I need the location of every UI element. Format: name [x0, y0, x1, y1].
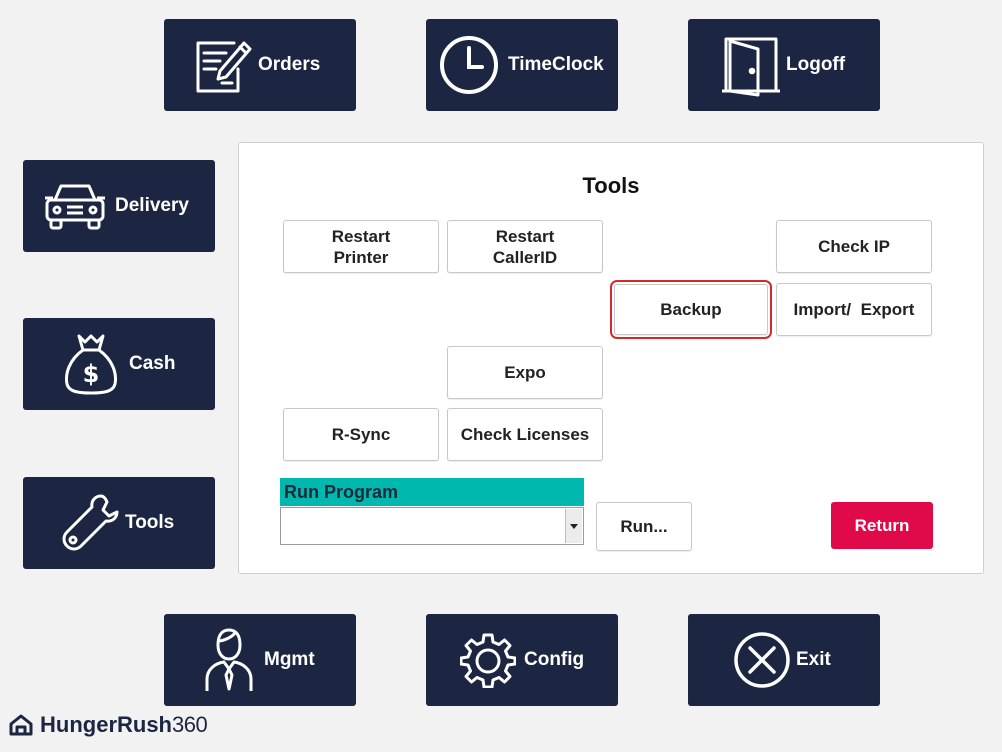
restart-printer-label: Restart Printer	[331, 226, 391, 267]
delivery-button[interactable]: Delivery	[23, 160, 215, 252]
import-export-button[interactable]: Import/ Export	[776, 283, 932, 336]
timeclock-label: TimeClock	[508, 54, 604, 75]
restart-callerid-button[interactable]: Restart CallerID	[447, 220, 603, 273]
logoff-button[interactable]: Logoff	[688, 19, 880, 111]
return-button[interactable]: Return	[831, 502, 933, 549]
brand-suffix: 360	[172, 712, 208, 737]
import-export-label: Import/ Export	[793, 300, 915, 319]
tools-label: Tools	[125, 512, 175, 533]
config-label: Config	[524, 649, 585, 670]
close-circle-icon	[734, 632, 790, 688]
door-icon	[722, 37, 780, 97]
timeclock-button[interactable]: TimeClock	[426, 19, 618, 111]
orders-button[interactable]: Orders	[164, 19, 356, 111]
brand-name: HungerRush	[40, 712, 172, 737]
tools-button[interactable]: Tools	[23, 477, 215, 569]
check-ip-button[interactable]: Check IP	[776, 220, 932, 273]
clock-icon	[440, 36, 498, 94]
run-button-label: Run...	[620, 517, 668, 536]
expo-button[interactable]: Expo	[447, 346, 603, 399]
run-button[interactable]: Run...	[596, 502, 692, 551]
svg-text:$: $	[83, 360, 100, 388]
hungerrush-brand: HungerRush 360	[8, 710, 208, 740]
backup-button[interactable]: Backup	[610, 280, 772, 339]
run-program-select[interactable]	[280, 507, 584, 545]
config-button[interactable]: Config	[426, 614, 618, 706]
cash-button[interactable]: $ Cash	[23, 318, 215, 410]
tools-panel-title: Tools	[582, 173, 640, 198]
gear-icon	[460, 633, 516, 688]
orders-label: Orders	[258, 54, 321, 75]
restart-callerid-label: Restart CallerID	[492, 226, 558, 267]
chevron-down-icon	[570, 523, 578, 529]
return-label: Return	[854, 515, 910, 535]
rsync-label: R-Sync	[331, 425, 391, 444]
mgmt-button[interactable]: Mgmt	[164, 614, 356, 706]
person-icon	[205, 628, 253, 691]
wrench-icon	[62, 494, 119, 551]
money-bag-icon: $	[65, 334, 117, 395]
car-icon	[45, 184, 105, 230]
delivery-label: Delivery	[115, 195, 189, 216]
expo-label: Expo	[504, 363, 546, 382]
exit-button[interactable]: Exit	[688, 614, 880, 706]
exit-label: Exit	[796, 649, 831, 670]
orders-icon	[196, 41, 252, 93]
run-program-label: Run Program	[280, 478, 584, 506]
check-licenses-label: Check Licenses	[460, 425, 590, 444]
cash-label: Cash	[129, 353, 176, 374]
restart-printer-button[interactable]: Restart Printer	[283, 220, 439, 273]
check-ip-label: Check IP	[818, 237, 890, 256]
hungerrush-logo-icon	[9, 714, 33, 736]
mgmt-label: Mgmt	[264, 649, 315, 670]
rsync-button[interactable]: R-Sync	[283, 408, 439, 461]
run-program-dropdown-toggle[interactable]	[565, 509, 582, 543]
logoff-label: Logoff	[786, 54, 846, 75]
check-licenses-button[interactable]: Check Licenses	[447, 408, 603, 461]
backup-label: Backup	[660, 300, 722, 319]
